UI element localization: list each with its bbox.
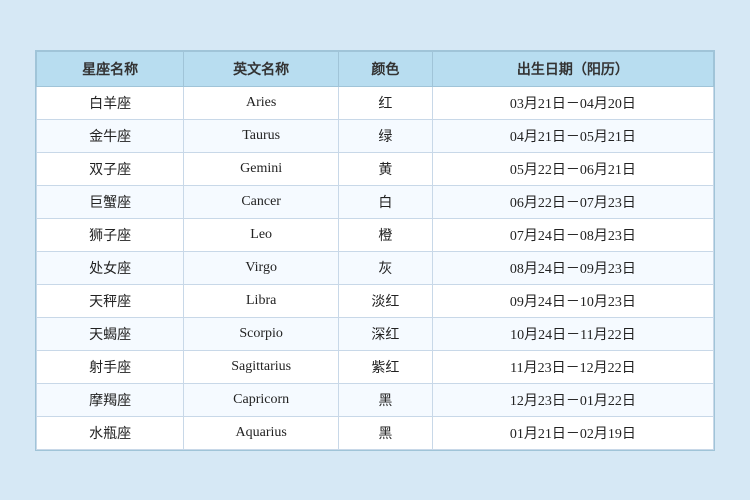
table-cell-r7-c0: 天蝎座 (37, 317, 184, 350)
table-row: 水瓶座Aquarius黑01月21日－02月19日 (37, 416, 714, 449)
column-header-1: 英文名称 (184, 51, 339, 86)
table-cell-r8-c0: 射手座 (37, 350, 184, 383)
table-cell-r2-c0: 双子座 (37, 152, 184, 185)
table-cell-r3-c0: 巨蟹座 (37, 185, 184, 218)
table-cell-r6-c0: 天秤座 (37, 284, 184, 317)
table-cell-r4-c0: 狮子座 (37, 218, 184, 251)
table-cell-r4-c2: 橙 (339, 218, 433, 251)
table-cell-r5-c2: 灰 (339, 251, 433, 284)
table-cell-r9-c2: 黑 (339, 383, 433, 416)
table-cell-r5-c1: Virgo (184, 251, 339, 284)
table-cell-r2-c2: 黄 (339, 152, 433, 185)
table-cell-r2-c1: Gemini (184, 152, 339, 185)
table-cell-r10-c1: Aquarius (184, 416, 339, 449)
column-header-3: 出生日期（阳历） (432, 51, 713, 86)
table-row: 处女座Virgo灰08月24日－09月23日 (37, 251, 714, 284)
table-header-row: 星座名称英文名称颜色出生日期（阳历） (37, 51, 714, 86)
table-row: 狮子座Leo橙07月24日－08月23日 (37, 218, 714, 251)
table-cell-r3-c1: Cancer (184, 185, 339, 218)
table-cell-r9-c0: 摩羯座 (37, 383, 184, 416)
table-cell-r6-c2: 淡红 (339, 284, 433, 317)
table-cell-r7-c1: Scorpio (184, 317, 339, 350)
table-cell-r8-c1: Sagittarius (184, 350, 339, 383)
table-cell-r1-c1: Taurus (184, 119, 339, 152)
table-row: 双子座Gemini黄05月22日－06月21日 (37, 152, 714, 185)
table-row: 金牛座Taurus绿04月21日－05月21日 (37, 119, 714, 152)
table-row: 射手座Sagittarius紫红11月23日－12月22日 (37, 350, 714, 383)
zodiac-table: 星座名称英文名称颜色出生日期（阳历） 白羊座Aries红03月21日－04月20… (36, 51, 714, 450)
table-cell-r1-c2: 绿 (339, 119, 433, 152)
table-cell-r6-c3: 09月24日－10月23日 (432, 284, 713, 317)
table-cell-r4-c3: 07月24日－08月23日 (432, 218, 713, 251)
table-cell-r9-c3: 12月23日－01月22日 (432, 383, 713, 416)
table-cell-r7-c2: 深红 (339, 317, 433, 350)
table-cell-r3-c3: 06月22日－07月23日 (432, 185, 713, 218)
table-row: 天蝎座Scorpio深红10月24日－11月22日 (37, 317, 714, 350)
table-cell-r9-c1: Capricorn (184, 383, 339, 416)
table-row: 摩羯座Capricorn黑12月23日－01月22日 (37, 383, 714, 416)
table-row: 天秤座Libra淡红09月24日－10月23日 (37, 284, 714, 317)
table-cell-r1-c0: 金牛座 (37, 119, 184, 152)
table-cell-r10-c2: 黑 (339, 416, 433, 449)
table-cell-r1-c3: 04月21日－05月21日 (432, 119, 713, 152)
table-cell-r4-c1: Leo (184, 218, 339, 251)
zodiac-table-container: 星座名称英文名称颜色出生日期（阳历） 白羊座Aries红03月21日－04月20… (35, 50, 715, 451)
table-cell-r3-c2: 白 (339, 185, 433, 218)
table-cell-r5-c0: 处女座 (37, 251, 184, 284)
table-cell-r0-c1: Aries (184, 86, 339, 119)
table-cell-r0-c0: 白羊座 (37, 86, 184, 119)
table-cell-r8-c2: 紫红 (339, 350, 433, 383)
table-row: 巨蟹座Cancer白06月22日－07月23日 (37, 185, 714, 218)
table-cell-r0-c3: 03月21日－04月20日 (432, 86, 713, 119)
table-cell-r10-c0: 水瓶座 (37, 416, 184, 449)
table-cell-r5-c3: 08月24日－09月23日 (432, 251, 713, 284)
table-cell-r10-c3: 01月21日－02月19日 (432, 416, 713, 449)
table-cell-r6-c1: Libra (184, 284, 339, 317)
table-row: 白羊座Aries红03月21日－04月20日 (37, 86, 714, 119)
table-cell-r7-c3: 10月24日－11月22日 (432, 317, 713, 350)
table-cell-r8-c3: 11月23日－12月22日 (432, 350, 713, 383)
table-cell-r2-c3: 05月22日－06月21日 (432, 152, 713, 185)
column-header-0: 星座名称 (37, 51, 184, 86)
table-cell-r0-c2: 红 (339, 86, 433, 119)
column-header-2: 颜色 (339, 51, 433, 86)
table-body: 白羊座Aries红03月21日－04月20日金牛座Taurus绿04月21日－0… (37, 86, 714, 449)
